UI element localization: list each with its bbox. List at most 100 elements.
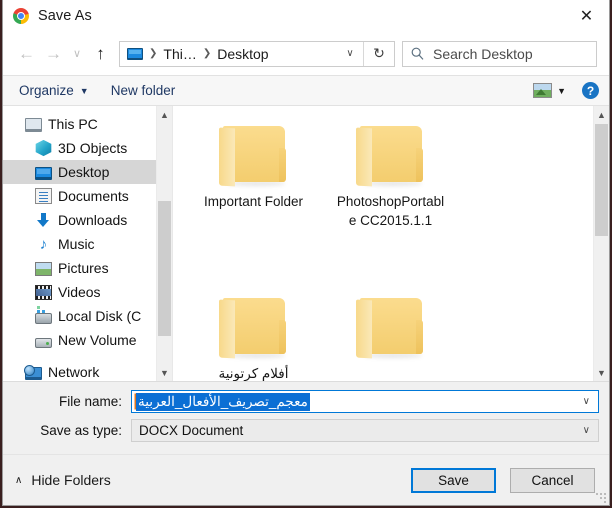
sidebar-item-label: This PC bbox=[48, 116, 98, 132]
documents-icon bbox=[35, 188, 52, 204]
save-button-wrap: Save bbox=[411, 467, 496, 493]
window-title: Save As bbox=[38, 8, 92, 24]
close-icon[interactable]: ✕ bbox=[564, 0, 609, 31]
scroll-down-icon[interactable]: ▼ bbox=[157, 364, 172, 381]
new-folder-button[interactable]: New folder bbox=[111, 83, 176, 98]
list-item[interactable]: أفلام كرتونية bbox=[185, 290, 322, 381]
cancel-button-wrap: Cancel bbox=[510, 467, 595, 493]
save-as-type-value: DOCX Document bbox=[139, 423, 244, 438]
recent-locations-icon[interactable]: ∨ bbox=[67, 40, 87, 68]
file-name-value: معجم_تصريف_الأفعال_العربية bbox=[136, 392, 310, 411]
chevron-up-icon: ∧ bbox=[15, 474, 23, 486]
sidebar-item-label: Network bbox=[48, 364, 100, 380]
save-as-dialog: Save As ✕ ← → ∨ ↑ ❯ Thi… ❯ Desktop ∨ ↻ S… bbox=[2, 0, 610, 506]
pc-icon bbox=[25, 118, 42, 132]
resize-grip[interactable] bbox=[596, 493, 606, 503]
breadcrumb-chevron-down-icon[interactable]: ∨ bbox=[337, 42, 363, 66]
dialog-footer: ∧ Hide Folders Save Cancel bbox=[3, 454, 609, 505]
breadcrumb-separator-1: ❯ bbox=[149, 48, 158, 59]
view-layout-icon[interactable] bbox=[533, 83, 553, 98]
save-form: File name: معجم_تصريف_الأفعال_العربية ∨ … bbox=[3, 381, 609, 454]
sidebar-item-label: Documents bbox=[58, 188, 129, 204]
this-pc-icon bbox=[127, 47, 143, 60]
sidebar-item-this-pc[interactable]: This PC bbox=[3, 112, 156, 136]
command-toolbar: Organize ▼ New folder ▼ ? bbox=[3, 75, 609, 106]
search-icon bbox=[411, 47, 424, 60]
breadcrumb-path[interactable]: ❯ Thi… ❯ Desktop bbox=[120, 46, 337, 62]
chevron-down-icon: ▼ bbox=[79, 85, 89, 96]
search-input[interactable]: Search Desktop bbox=[402, 40, 597, 67]
sidebar-item-label: Local Disk (C bbox=[58, 308, 142, 324]
help-icon[interactable]: ? bbox=[582, 82, 599, 99]
downloads-icon bbox=[35, 212, 52, 229]
music-icon: ♪ bbox=[39, 235, 48, 253]
sidebar-item-downloads[interactable]: Downloads bbox=[3, 208, 156, 232]
folder-icon bbox=[354, 296, 428, 359]
sidebar-item-label: Pictures bbox=[58, 260, 109, 276]
list-item[interactable]: PhotoshopPortable CC2015.1.1 bbox=[322, 118, 459, 290]
save-as-type-select[interactable]: DOCX Document ∨ bbox=[131, 419, 599, 442]
list-item[interactable]: Important Folder bbox=[185, 118, 322, 290]
breadcrumb-separator-2: ❯ bbox=[202, 48, 212, 59]
network-icon bbox=[24, 365, 42, 380]
file-name-label: أفلام كرتونية bbox=[218, 366, 289, 381]
file-list-scrollbar-thumb[interactable] bbox=[595, 124, 608, 236]
file-list[interactable]: Important Folder PhotoshopPortable CC201… bbox=[173, 106, 593, 381]
desktop-icon bbox=[35, 166, 52, 180]
sidebar-scrollbar-thumb[interactable] bbox=[158, 201, 171, 336]
scroll-up-icon[interactable]: ▲ bbox=[157, 106, 172, 123]
dialog-body: This PC 3D Objects Desktop Documents Dow… bbox=[3, 106, 609, 381]
scroll-up-icon[interactable]: ▲ bbox=[594, 106, 609, 123]
title-bar: Save As ✕ bbox=[3, 0, 609, 32]
file-name-row: File name: معجم_تصريف_الأفعال_العربية ∨ bbox=[13, 390, 599, 413]
navigation-pane: This PC 3D Objects Desktop Documents Dow… bbox=[3, 106, 156, 381]
sidebar-item-label: 3D Objects bbox=[58, 140, 128, 156]
cancel-button[interactable]: Cancel bbox=[510, 467, 595, 493]
sidebar-item-local-disk[interactable]: Local Disk (C bbox=[3, 304, 156, 328]
sidebar-item-network[interactable]: Network bbox=[3, 360, 156, 381]
videos-icon bbox=[35, 285, 52, 300]
chrome-icon bbox=[13, 8, 29, 24]
back-icon[interactable]: ← bbox=[13, 40, 40, 68]
sidebar-item-label: Desktop bbox=[58, 164, 110, 180]
sidebar-item-music[interactable]: ♪ Music bbox=[3, 232, 156, 256]
refresh-icon[interactable]: ↻ bbox=[364, 42, 394, 66]
local-disk-icon bbox=[35, 309, 52, 324]
sidebar-item-documents[interactable]: Documents bbox=[3, 184, 156, 208]
sidebar-item-3d-objects[interactable]: 3D Objects bbox=[3, 136, 156, 160]
pictures-icon bbox=[35, 262, 52, 276]
volume-icon bbox=[35, 337, 52, 348]
sidebar-item-new-volume[interactable]: New Volume bbox=[3, 328, 156, 352]
breadcrumb-item-desktop[interactable]: Desktop bbox=[217, 46, 268, 62]
sidebar-item-desktop[interactable]: Desktop bbox=[3, 160, 156, 184]
breadcrumb[interactable]: ❯ Thi… ❯ Desktop ∨ ↻ bbox=[119, 40, 395, 67]
save-as-type-row: Save as type: DOCX Document ∨ bbox=[13, 419, 599, 442]
list-item[interactable] bbox=[322, 290, 459, 381]
save-as-type-chevron-down-icon[interactable]: ∨ bbox=[583, 425, 590, 436]
forward-icon[interactable]: → bbox=[40, 40, 67, 68]
view-chevron-down-icon[interactable]: ▼ bbox=[557, 86, 566, 96]
sidebar-scrollbar[interactable]: ▲ ▼ bbox=[156, 106, 172, 381]
sidebar-item-videos[interactable]: Videos bbox=[3, 280, 156, 304]
file-name-label-text: File name: bbox=[58, 394, 122, 409]
file-name-label: Important Folder bbox=[203, 194, 304, 209]
folder-icon bbox=[217, 124, 291, 187]
navigation-bar: ← → ∨ ↑ ❯ Thi… ❯ Desktop ∨ ↻ Search Desk… bbox=[3, 32, 609, 75]
file-name-input[interactable]: معجم_تصريف_الأفعال_العربية ∨ bbox=[131, 390, 599, 413]
up-icon[interactable]: ↑ bbox=[87, 40, 114, 68]
folder-icon bbox=[217, 296, 291, 359]
save-button[interactable]: Save bbox=[411, 467, 496, 493]
sidebar-item-label: Downloads bbox=[58, 212, 128, 228]
file-name-chevron-down-icon[interactable]: ∨ bbox=[583, 396, 590, 407]
scroll-down-icon[interactable]: ▼ bbox=[594, 364, 609, 381]
breadcrumb-item-this-pc[interactable]: Thi… bbox=[163, 46, 196, 62]
3d-objects-icon bbox=[35, 139, 52, 157]
hide-folders-button[interactable]: ∧ Hide Folders bbox=[15, 472, 111, 488]
sidebar-item-label: Music bbox=[58, 236, 95, 252]
save-as-type-label-text: Save as type: bbox=[40, 423, 122, 438]
file-list-scrollbar[interactable]: ▲ ▼ bbox=[593, 106, 609, 381]
hide-folders-label: Hide Folders bbox=[31, 472, 111, 488]
file-name-label: PhotoshopPortable CC2015.1.1 bbox=[336, 194, 445, 228]
organize-button[interactable]: Organize ▼ bbox=[19, 83, 89, 98]
sidebar-item-pictures[interactable]: Pictures bbox=[3, 256, 156, 280]
